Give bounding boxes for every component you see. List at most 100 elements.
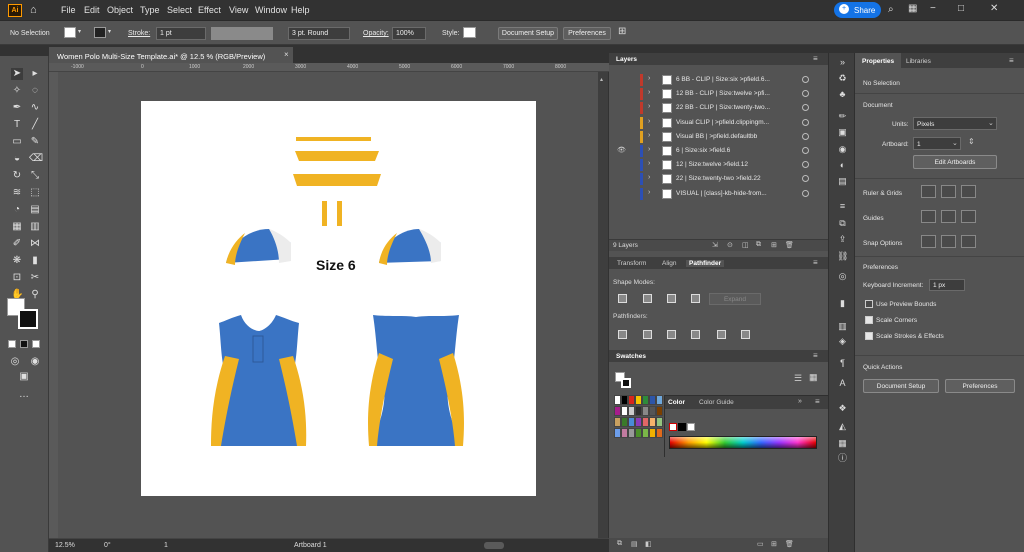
slice-icon[interactable]: ✂ [29, 272, 41, 284]
layer-row[interactable]: › Visual CLIP | >pfield.clippingm... [609, 116, 828, 130]
variable-width-profile[interactable] [211, 27, 273, 40]
minimize-icon[interactable]: − [930, 3, 936, 14]
swatch[interactable] [635, 417, 642, 427]
menu-window[interactable]: Window [255, 5, 287, 15]
horizontal-scroll-thumb[interactable] [484, 542, 504, 549]
zoom-icon[interactable]: ⚲ [29, 289, 41, 301]
chevron-right-icon[interactable]: › [648, 75, 650, 82]
swatch-libraries-icon[interactable]: ⧉ [617, 540, 622, 548]
color-guide-icon[interactable]: ◭ [837, 421, 848, 432]
swatch[interactable] [621, 395, 628, 405]
eyedropper-icon[interactable]: ✐ [11, 238, 23, 250]
menu-help[interactable]: Help [291, 5, 310, 15]
magic-wand-icon[interactable]: ✧ [11, 85, 23, 97]
snap-to-point-icon[interactable] [921, 235, 936, 248]
layer-row[interactable]: › 12 | Size:twelve >field.12 [609, 158, 828, 172]
close-icon[interactable]: ✕ [990, 3, 998, 14]
swatch[interactable] [628, 417, 635, 427]
brush-definition[interactable]: 3 pt. Round [288, 27, 350, 40]
eye-icon[interactable]: 👁 [617, 146, 626, 154]
swatch[interactable] [649, 395, 656, 405]
chevron-right-icon[interactable]: › [648, 132, 650, 139]
share-button[interactable]: + Share [834, 2, 881, 18]
document-setup-button[interactable]: Document Setup [498, 27, 558, 40]
artboard[interactable]: Size 6 [141, 101, 536, 496]
scroll-up-icon[interactable]: ▴ [600, 76, 606, 83]
artboard-stepper-icon[interactable]: ⇕ [968, 137, 975, 146]
divide-icon[interactable] [618, 330, 627, 339]
draw-mode-icon[interactable]: ◎ [9, 356, 21, 368]
direct-selection-icon[interactable]: ▸ [29, 68, 41, 80]
color-mode-icon[interactable] [20, 340, 28, 348]
rotate-icon[interactable]: ↻ [11, 170, 23, 182]
panel-menu-icon[interactable]: ≡ [813, 258, 818, 267]
scale-strokes-checkbox[interactable] [865, 332, 873, 340]
curvature-icon[interactable]: ∿ [29, 102, 41, 114]
delete-swatch-icon[interactable]: 🗑 [785, 540, 794, 548]
unite-icon[interactable] [618, 294, 627, 303]
panel-menu-icon[interactable]: ≡ [1009, 56, 1014, 65]
none-swatch-icon[interactable] [669, 423, 677, 431]
menu-file[interactable]: File [61, 5, 76, 15]
target-icon[interactable] [802, 147, 809, 154]
swatch[interactable] [614, 428, 621, 438]
delete-icon[interactable]: 🗑 [785, 241, 794, 249]
scale-icon[interactable]: ⤡ [29, 170, 41, 182]
stroke-panel-icon[interactable]: ≡ [837, 201, 848, 212]
panel-menu-icon[interactable]: ≡ [813, 351, 818, 360]
menu-object[interactable]: Object [107, 5, 133, 15]
intersect-icon[interactable] [667, 294, 676, 303]
type-tool-icon[interactable]: T [11, 119, 23, 131]
document-setup-quick-button[interactable]: Document Setup [863, 379, 939, 393]
artboards-icon[interactable]: ⧉ [837, 218, 848, 229]
transparency-icon[interactable]: ◐ [837, 160, 848, 171]
edit-artboards-button[interactable]: Edit Artboards [913, 155, 997, 169]
new-color-group-icon[interactable]: ▭ [757, 540, 764, 548]
swatch[interactable] [621, 417, 628, 427]
tab-libraries[interactable]: Libraries [906, 58, 931, 65]
grid-view-icon[interactable]: ▦ [809, 372, 818, 383]
graphic-style-swatch[interactable] [463, 27, 476, 38]
character-icon[interactable]: A [837, 378, 848, 389]
locate-object-icon[interactable]: ⊙ [727, 241, 733, 249]
layer-row[interactable]: › Visual BB | >pfield.defaultbb [609, 130, 828, 144]
chevron-down-icon[interactable]: ▾ [108, 28, 111, 35]
actions-icon[interactable]: ◈ [837, 336, 848, 347]
chevron-right-icon[interactable]: › [648, 89, 650, 96]
merge-icon[interactable] [667, 330, 676, 339]
clipping-mask-icon[interactable]: ◫ [742, 241, 749, 249]
swatch[interactable] [656, 417, 663, 427]
lasso-icon[interactable]: ◌ [29, 85, 41, 97]
units-select[interactable]: Pixels ⌄ [913, 117, 997, 130]
shaper-icon[interactable]: ◒ [11, 153, 23, 165]
close-tab-icon[interactable]: × [284, 50, 289, 59]
swatch[interactable] [635, 428, 642, 438]
none-icon[interactable] [32, 340, 40, 348]
new-sublayer-icon[interactable]: ⧉ [756, 241, 761, 249]
tab-transform[interactable]: Transform [617, 260, 646, 267]
show-grid-icon[interactable] [941, 185, 956, 198]
warp-icon[interactable]: ≋ [11, 187, 23, 199]
gradient-panel-icon[interactable]: ▤ [837, 176, 848, 187]
appearance-icon[interactable]: ◉ [837, 144, 848, 155]
target-icon[interactable] [802, 161, 809, 169]
stroke-label[interactable]: Stroke: [128, 30, 150, 37]
zoom-level[interactable]: 12.5% [55, 542, 75, 549]
tab-color-guide[interactable]: Color Guide [699, 399, 734, 406]
swatch[interactable] [621, 406, 628, 416]
exclude-icon[interactable] [691, 294, 700, 303]
pen-tool-icon[interactable]: ✒ [11, 102, 23, 114]
tab-swatches[interactable]: Swatches [616, 353, 646, 360]
panel-menu-icon[interactable]: ≡ [815, 397, 820, 406]
minus-front-icon[interactable] [643, 294, 652, 303]
white-swatch[interactable] [687, 423, 695, 431]
swatch[interactable] [642, 406, 649, 416]
show-rulers-icon[interactable] [921, 185, 936, 198]
swatch-options-icon[interactable]: ◧ [645, 540, 652, 548]
panel-menu-icon[interactable]: ≡ [813, 54, 818, 63]
layer-row[interactable]: › 22 BB - CLIP | Size:twenty-two... [609, 101, 828, 115]
fill-swatch[interactable] [64, 27, 76, 38]
perspective-icon[interactable]: ▤ [29, 204, 41, 216]
stroke-weight-field[interactable]: 1 pt [156, 27, 206, 40]
variables-icon[interactable]: ▥ [837, 321, 848, 332]
